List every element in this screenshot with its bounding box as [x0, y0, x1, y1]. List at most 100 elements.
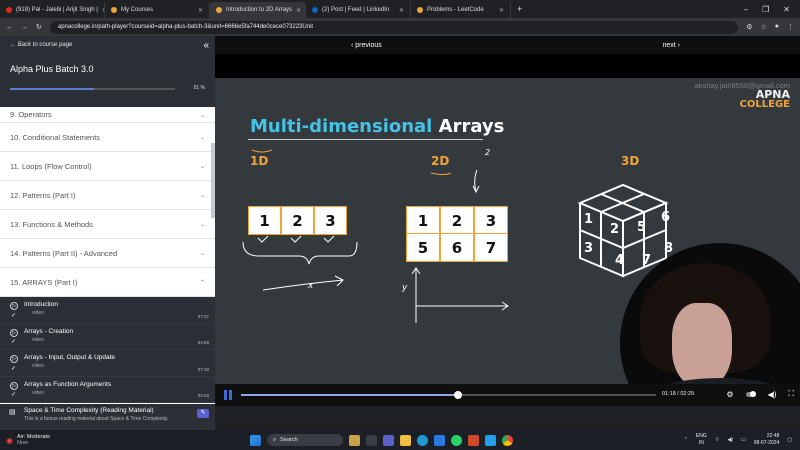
chevron-up-icon: ⌃	[199, 279, 205, 286]
course-progress-text: 51 %	[193, 85, 205, 91]
teams-icon[interactable]	[383, 434, 394, 446]
close-icon[interactable]: ✕	[296, 7, 301, 14]
file-explorer-icon[interactable]	[400, 434, 411, 446]
weather-sub: Now	[16, 440, 28, 446]
lesson-item[interactable]: ▷ Arrays as Function Arguments video ✓ 03:28	[0, 377, 215, 403]
tab-introduction-2d-arrays[interactable]: Introduction to 2D Arrays ✕	[210, 2, 306, 18]
module-item[interactable]: 12. Patterns (Part I) ⌄	[0, 181, 215, 210]
seek-bar-fill	[241, 394, 459, 396]
clock[interactable]: 22:48 08-07-2024	[754, 433, 780, 447]
checkmark-icon: ✓	[11, 339, 17, 345]
chevron-up-icon[interactable]: ⌃	[684, 437, 688, 443]
linkedin-icon	[312, 7, 318, 13]
settings-icon[interactable]: ⚙	[726, 390, 733, 399]
speaker-icon[interactable]: ◀)	[727, 437, 733, 443]
seek-handle[interactable]	[454, 391, 463, 399]
edge-icon[interactable]	[417, 434, 428, 446]
collapse-sidebar-icon[interactable]: «	[203, 40, 209, 51]
lesson-item[interactable]: ▷ Introduction video ✓ 07:37	[0, 297, 215, 324]
widgets-icon[interactable]	[349, 434, 360, 446]
module-item[interactable]: 9. Operators ⌄	[0, 107, 215, 123]
autoplay-toggle[interactable]	[745, 390, 756, 397]
tab-title: (2) Post | Feed | LinkedIn	[322, 7, 390, 13]
back-to-course-link[interactable]: ← Back to course page	[10, 42, 205, 48]
next-button[interactable]: next ›	[662, 42, 680, 49]
taskbar-search[interactable]: ⌕ Search	[267, 434, 343, 446]
video-letterbox	[215, 54, 800, 78]
battery-icon[interactable]: ▭	[741, 437, 746, 443]
new-tab-button[interactable]: +	[511, 4, 522, 14]
forward-arrow-icon[interactable]: →	[21, 24, 28, 31]
cube-number: 8	[664, 241, 674, 256]
module-item[interactable]: 11. Loops (Flow Control) ⌄	[0, 152, 215, 181]
apna-college-icon	[111, 7, 117, 13]
extensions-icon[interactable]: ⚙	[746, 23, 752, 31]
lesson-title: Arrays - Creation	[24, 327, 74, 335]
menu-icon[interactable]: ⋮	[787, 23, 794, 31]
chrome-icon[interactable]	[502, 434, 513, 446]
profile-icon[interactable]: ●	[775, 23, 779, 31]
seek-bar[interactable]	[241, 391, 656, 399]
back-arrow-icon[interactable]: ←	[6, 24, 13, 31]
bookmark-star-icon[interactable]: ☆	[760, 23, 766, 31]
lesson-duration: 03:28	[197, 393, 209, 398]
player-control-icons: ⚙ ◀) ⛶	[726, 389, 794, 399]
module-item[interactable]: 14. Patterns (Part II) - Advanced ⌄	[0, 239, 215, 268]
windows-start-icon[interactable]	[250, 434, 261, 446]
cube-number: 1	[584, 212, 594, 227]
app-icon[interactable]	[468, 434, 479, 446]
lesson-title: Introduction	[24, 301, 58, 308]
language-indicator[interactable]: ENG IN	[696, 433, 707, 447]
reading-material-item[interactable]: ▤ Space & Time Complexity (Reading Mater…	[0, 404, 215, 430]
lesson-item[interactable]: ▷ Arrays - Creation video ✓ 04:59	[0, 324, 215, 350]
sidebar-header: ← Back to course page « Alpha Plus Batch…	[0, 36, 215, 107]
windows-taskbar: ◉ Air: Moderate Now ⌕ Search ⌃ ENG IN ⌔ …	[0, 430, 800, 450]
module-label: 11. Loops (Flow Control)	[10, 161, 92, 171]
window-close-icon[interactable]: ✕	[783, 5, 790, 14]
lesson-duration: 07:18	[197, 366, 209, 372]
notification-icon[interactable]: ▢	[787, 437, 792, 443]
tab-my-courses[interactable]: My Courses ✕	[105, 2, 210, 18]
module-list: 9. Operators ⌄ 10. Conditional Statements ⌄…	[0, 107, 215, 297]
cube-number: 5	[637, 220, 647, 235]
whatsapp-icon[interactable]	[451, 434, 462, 446]
minimize-icon[interactable]: –	[744, 5, 748, 14]
cube-number: 4	[615, 253, 625, 268]
cube-number: 2	[610, 222, 620, 237]
video-frame[interactable]: akshay.jain9568@gmail.com APNA COLLEGE M…	[215, 78, 800, 384]
store-icon[interactable]	[434, 434, 445, 446]
tab-youtube[interactable]: (919) Pal - Jalebi | Arijit Singh | ✕	[0, 2, 105, 18]
module-item[interactable]: 15. ARRAYS (Part I) ⌃	[0, 268, 215, 297]
cube-number: 7	[642, 253, 652, 268]
tab-leetcode[interactable]: Problems - LeetCode ✕	[411, 2, 511, 18]
wifi-icon[interactable]: ⌔	[715, 437, 720, 443]
url-text: apnacollege.in/path-player?courseid=alph…	[57, 24, 314, 30]
vscode-icon[interactable]	[485, 434, 496, 446]
close-icon[interactable]: ✕	[198, 7, 203, 14]
pause-icon[interactable]	[224, 390, 232, 400]
previous-button[interactable]: ‹ previous	[351, 42, 382, 49]
volume-icon[interactable]: ◀)	[768, 390, 777, 399]
module-label: 14. Patterns (Part II) - Advanced	[10, 248, 118, 258]
play-circle-icon: ▷	[10, 328, 18, 337]
course-progress-bar	[10, 88, 175, 90]
task-view-icon[interactable]	[366, 434, 377, 446]
lesson-list: ▷ Introduction video ✓ 07:37 ▷ Arrays - Creati…	[0, 297, 215, 403]
close-icon[interactable]: ✕	[399, 7, 404, 14]
lesson-type: video	[32, 336, 44, 343]
fullscreen-icon[interactable]: ⛶	[788, 389, 794, 399]
reload-icon[interactable]: ↻	[36, 23, 42, 31]
close-icon[interactable]: ✕	[499, 7, 504, 14]
edit-icon[interactable]: ✎	[197, 409, 209, 418]
url-field[interactable]: apnacollege.in/path-player?courseid=alph…	[49, 20, 739, 34]
play-circle-icon: ▷	[10, 381, 18, 390]
module-label: 10. Conditional Statements	[10, 132, 101, 142]
restore-icon[interactable]: ❐	[762, 5, 769, 14]
weather-widget[interactable]: ◉ Air: Moderate Now	[0, 434, 250, 446]
module-item[interactable]: 10. Conditional Statements ⌄	[0, 123, 215, 152]
module-item[interactable]: 13. Functions & Methods ⌄	[0, 210, 215, 239]
player-nav-bar: ‹ previous next ›	[215, 36, 800, 54]
lesson-item[interactable]: ▷ Arrays - Input, Output & Update video ✓ 07…	[0, 350, 215, 377]
tab-linkedin[interactable]: (2) Post | Feed | LinkedIn ✕	[306, 2, 411, 18]
chalk-y-label: y	[402, 283, 408, 293]
